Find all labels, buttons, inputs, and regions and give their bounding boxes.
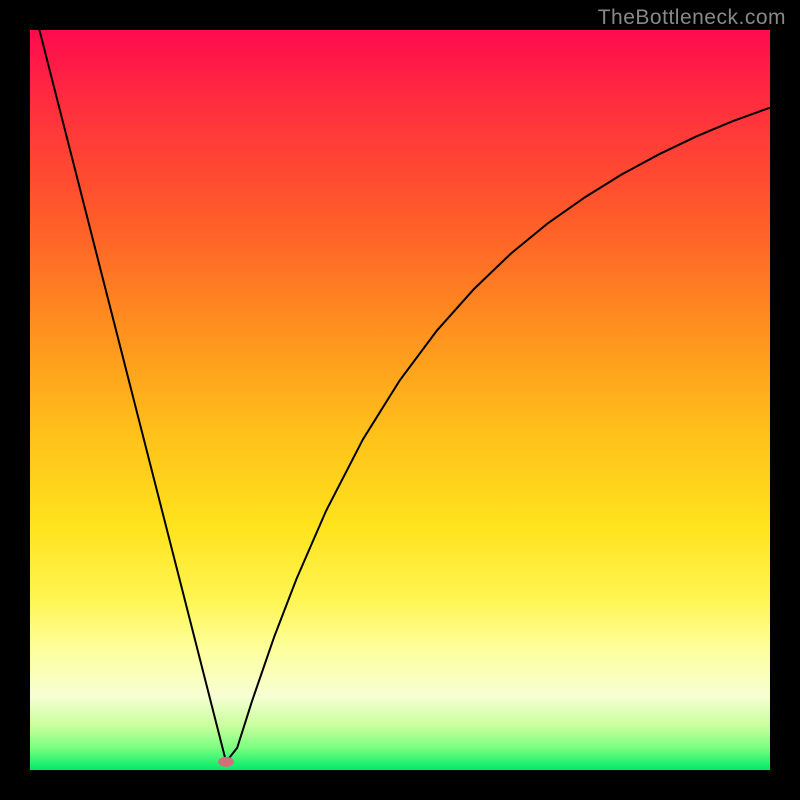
plot-area	[30, 30, 770, 770]
chart-svg	[30, 30, 770, 770]
bottleneck-curve	[30, 30, 770, 762]
watermark-text: TheBottleneck.com	[598, 6, 786, 30]
chart-container: TheBottleneck.com	[0, 0, 800, 800]
minimum-marker	[218, 757, 234, 767]
